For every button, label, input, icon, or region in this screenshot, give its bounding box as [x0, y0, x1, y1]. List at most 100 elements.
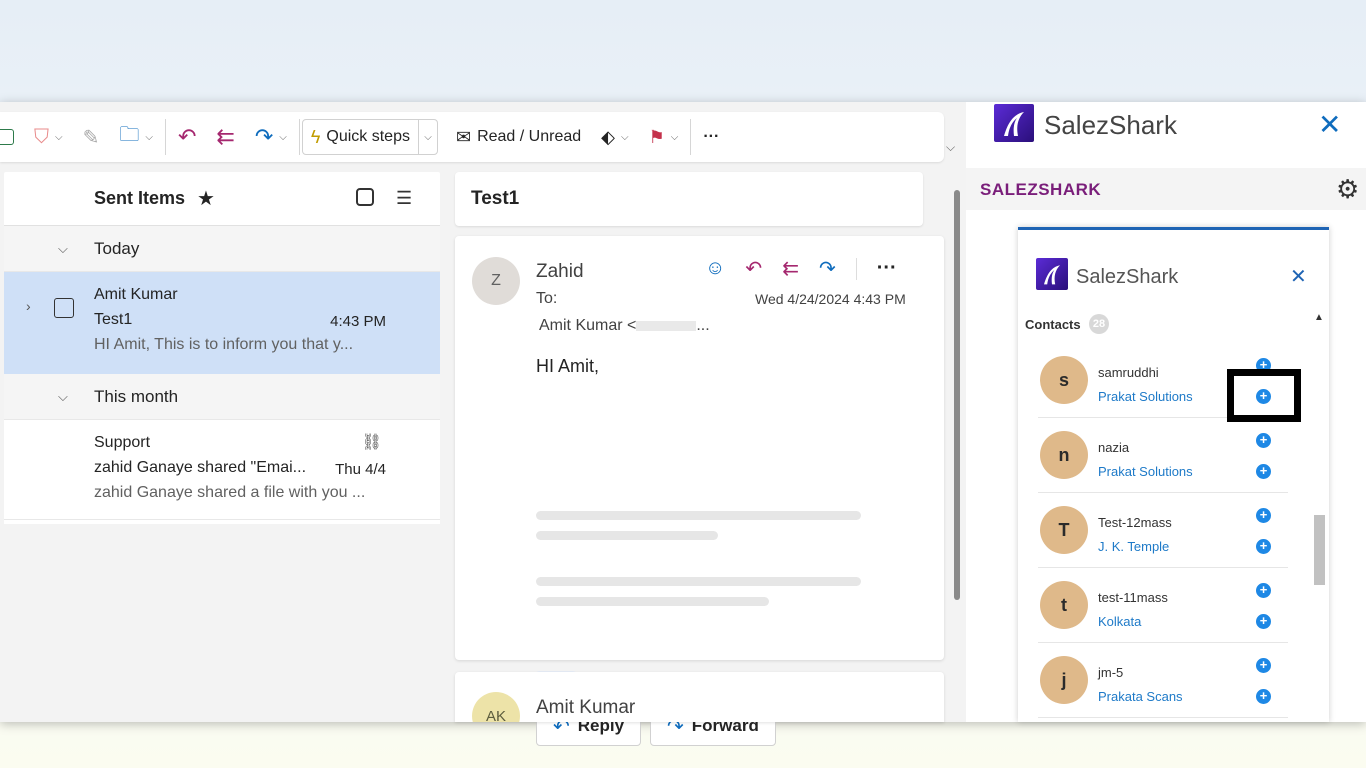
more-options-button[interactable]: ···: [693, 119, 729, 155]
more-options-icon[interactable]: ···: [877, 257, 897, 280]
contact-name: jm-5: [1098, 665, 1124, 680]
add-icon[interactable]: +: [1256, 464, 1271, 479]
chevron-down-icon: ⌵: [279, 131, 287, 143]
avatar: s: [1040, 356, 1088, 404]
list-item[interactable]: › Amit Kumar Test1 4:43 PM HI Amit, This…: [4, 272, 440, 374]
reply-icon[interactable]: ↶: [745, 256, 762, 281]
quick-steps-button[interactable]: ϟ Quick steps ⌵: [301, 119, 438, 155]
add-icon[interactable]: +: [1256, 508, 1271, 523]
highlight-box: [1227, 369, 1301, 422]
item-from: Amit Kumar: [94, 286, 178, 303]
contact-company[interactable]: Prakat Solutions: [1098, 464, 1193, 479]
avatar: t: [1040, 581, 1088, 629]
brand-wordmark: SALEZSHARK: [980, 180, 1102, 199]
close-icon[interactable]: ✕: [1318, 108, 1341, 141]
collapse-ribbon-icon[interactable]: ⌵: [946, 140, 955, 155]
add-icon[interactable]: +: [1256, 433, 1271, 448]
contact-company[interactable]: Kolkata: [1098, 614, 1141, 629]
categorize-button[interactable]: ⬖ ⌵: [591, 119, 638, 155]
contact-company[interactable]: Prakat Solutions: [1098, 389, 1193, 404]
add-icon[interactable]: +: [1256, 689, 1271, 704]
star-icon[interactable]: ★: [197, 186, 215, 211]
contact-company[interactable]: Prakata Scans: [1098, 689, 1183, 704]
select-checkbox[interactable]: [54, 298, 74, 318]
forward-icon[interactable]: ↷: [819, 256, 836, 281]
chevron-down-icon: ⌵: [58, 240, 68, 256]
divider: [164, 119, 166, 155]
recipient[interactable]: Amit Kumar <...: [539, 317, 710, 335]
avatar[interactable]: Z: [472, 257, 520, 305]
reply-icon: ↶: [177, 124, 197, 149]
reply-all-icon[interactable]: ⇇: [782, 256, 799, 281]
reading-subject: Test1: [455, 172, 923, 226]
add-icon[interactable]: +: [1256, 583, 1271, 598]
divider: [855, 257, 857, 280]
message-list-header: Sent Items ★ ☰: [4, 172, 440, 226]
email-greeting: HI Amit,: [536, 356, 600, 376]
group-this-month[interactable]: ⌵ This month: [4, 374, 440, 420]
panel-brand-bar: SALEZSHARK ⚙: [966, 168, 1366, 210]
group-label: This month: [94, 386, 179, 406]
sweep-button[interactable]: ✎: [73, 119, 110, 155]
ribbon-toolbar: ⛉ ⌵ ✎ 🗀 ⌵ ↶ ⇇ ↷ ⌵ ϟ Quick steps ⌵ ✉ Read / U…: [0, 112, 944, 162]
select-icon[interactable]: [356, 188, 374, 206]
item-subject: Test1: [94, 311, 133, 328]
salezshark-logo-icon: [994, 104, 1034, 142]
sender-name[interactable]: Zahid: [536, 261, 584, 283]
envelope-open-icon: ✉: [455, 126, 472, 147]
read-unread-button[interactable]: ✉ Read / Unread: [446, 119, 591, 155]
flag-button[interactable]: ⚑ ⌵: [639, 119, 689, 155]
shield-icon: ⛉: [34, 125, 49, 148]
contact-company[interactable]: J. K. Temple: [1098, 539, 1169, 554]
reading-pane-scrollbar[interactable]: [954, 190, 960, 600]
contact-row[interactable]: n nazia Prakat Solutions + +: [1038, 418, 1288, 493]
close-icon[interactable]: ✕: [1290, 264, 1307, 289]
list-item[interactable]: Support ⛓ zahid Ganaye shared "Emai... T…: [4, 420, 440, 520]
email-message-collapsed[interactable]: AK Amit Kumar: [455, 672, 944, 722]
contacts-count-badge: 28: [1089, 314, 1109, 334]
sender-name[interactable]: Amit Kumar: [536, 697, 635, 719]
contact-row[interactable]: j jm-5 Prakata Scans + +: [1038, 643, 1288, 718]
reply-all-icon: ⇇: [216, 124, 235, 149]
folder-move-icon: 🗀: [119, 124, 140, 146]
link-icon: ⛓: [361, 434, 382, 451]
recipient-tail: ...: [696, 317, 710, 334]
email-message: Z Zahid ☺ ↶ ⇇ ↷ ··· To: Wed 4/24/2024 4:…: [455, 236, 944, 746]
folder-title: Sent Items: [94, 188, 186, 208]
chevron-down-icon: ⌵: [620, 131, 629, 143]
avatar: n: [1040, 431, 1088, 479]
group-today[interactable]: ⌵ Today: [4, 226, 440, 272]
avatar: j: [1040, 656, 1088, 704]
scrollbar-thumb[interactable]: [1314, 515, 1325, 585]
lightning-icon: ϟ: [310, 126, 321, 147]
archive-button[interactable]: [0, 119, 24, 155]
salezshark-logo-icon: [1036, 258, 1068, 290]
outlook-window: ⛉ ⌵ ✎ 🗀 ⌵ ↶ ⇇ ↷ ⌵ ϟ Quick steps ⌵ ✉ Read / U…: [0, 102, 1366, 746]
chevron-right-icon[interactable]: ›: [26, 298, 31, 314]
avatar[interactable]: AK: [472, 692, 520, 722]
forward-button[interactable]: ↷ ⌵: [245, 119, 297, 155]
body-placeholder-line: [536, 511, 861, 520]
divider: [690, 119, 692, 155]
reply-all-button[interactable]: ⇇: [206, 119, 244, 155]
contact-row[interactable]: t test-11mass Kolkata + +: [1038, 568, 1288, 643]
item-time: Thu 4/4: [335, 461, 386, 478]
tag-icon: ⬖: [601, 126, 615, 147]
scroll-up-icon[interactable]: ▲: [1314, 312, 1324, 323]
contact-name: Test-12mass: [1098, 515, 1172, 530]
move-to-button[interactable]: 🗀 ⌵: [109, 119, 163, 155]
emoji-icon[interactable]: ☺: [705, 257, 725, 280]
contact-name: nazia: [1098, 440, 1130, 455]
reply-button[interactable]: ↶: [168, 119, 206, 155]
divider: [298, 119, 300, 155]
add-icon[interactable]: +: [1256, 658, 1271, 673]
gear-icon[interactable]: ⚙: [1336, 174, 1359, 205]
flag-icon: ⚑: [648, 126, 665, 147]
contact-row[interactable]: T Test-12mass J. K. Temple + +: [1038, 493, 1288, 568]
chevron-down-icon[interactable]: ⌵: [419, 132, 437, 143]
archive-icon: [0, 129, 14, 145]
filter-icon[interactable]: ☰: [396, 188, 412, 209]
add-icon[interactable]: +: [1256, 539, 1271, 554]
add-icon[interactable]: +: [1256, 614, 1271, 629]
report-button[interactable]: ⛉ ⌵: [24, 119, 73, 155]
